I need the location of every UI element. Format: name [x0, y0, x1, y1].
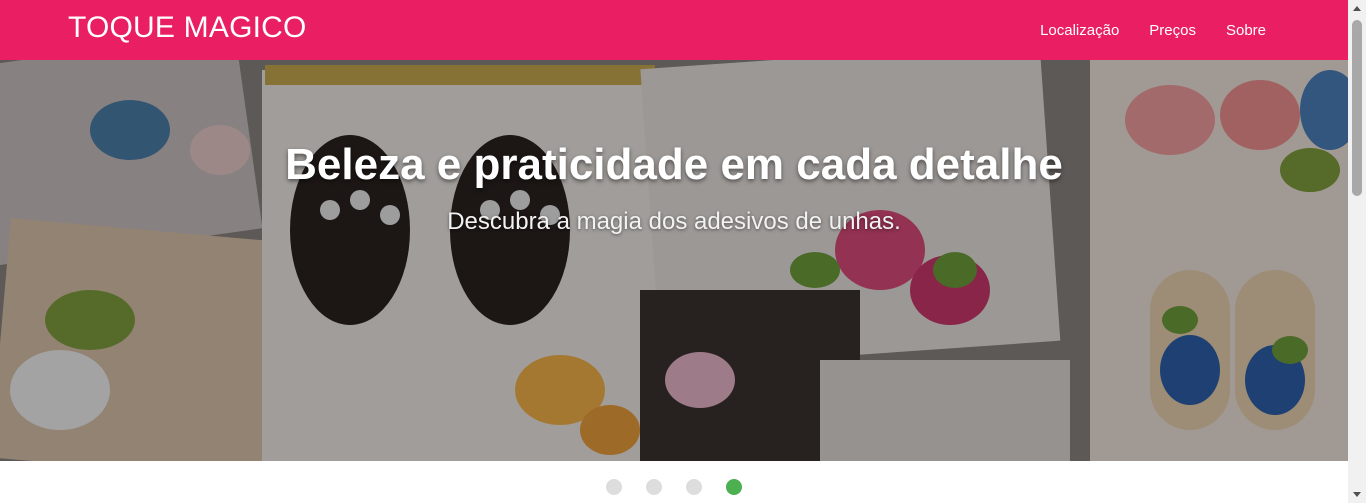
hero-overlay [0, 60, 1348, 461]
hero-subtitle: Descubra a magia dos adesivos de unhas. [447, 208, 901, 235]
navbar: TOQUE MAGICO Localização Preços Sobre [0, 0, 1348, 60]
scroll-down-arrow-icon[interactable] [1353, 492, 1361, 497]
page: TOQUE MAGICO Localização Preços Sobre Be… [0, 0, 1366, 503]
carousel-dot-2[interactable] [646, 479, 662, 495]
carousel-dot-3[interactable] [686, 479, 702, 495]
nav-link-sobre[interactable]: Sobre [1226, 22, 1266, 39]
hero-carousel: Beleza e praticidade em cada detalhe Des… [0, 60, 1348, 461]
nav-link-localizacao[interactable]: Localização [1040, 22, 1119, 39]
carousel-dot-4[interactable] [726, 479, 742, 495]
hero-title: Beleza e praticidade em cada detalhe [285, 140, 1063, 189]
scrollbar-thumb[interactable] [1352, 20, 1362, 196]
carousel-dot-1[interactable] [606, 479, 622, 495]
vertical-scrollbar[interactable] [1348, 0, 1366, 503]
brand-logo[interactable]: TOQUE MAGICO [68, 11, 307, 45]
carousel-indicators [606, 479, 742, 495]
nav-links: Localização Preços Sobre [1040, 0, 1266, 60]
scroll-up-arrow-icon[interactable] [1353, 6, 1361, 11]
nav-link-precos[interactable]: Preços [1149, 22, 1196, 39]
